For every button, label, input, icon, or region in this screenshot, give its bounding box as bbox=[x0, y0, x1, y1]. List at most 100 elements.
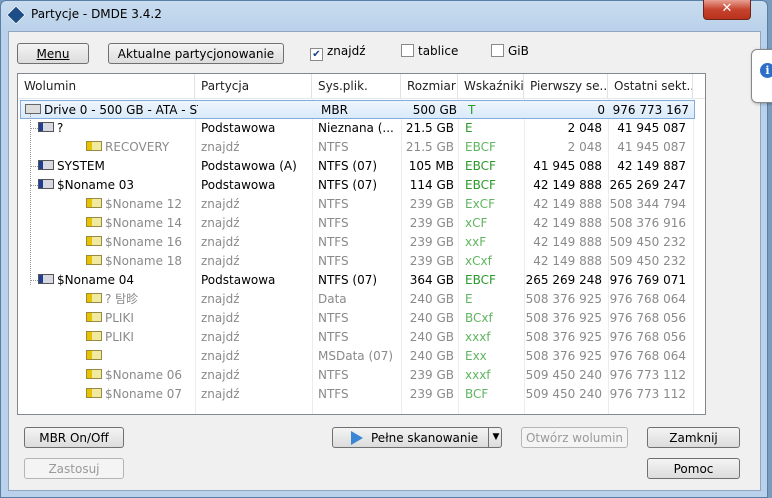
cell-flags: EBCF bbox=[465, 273, 496, 287]
cell-size: 105 MB bbox=[408, 159, 454, 173]
table-row[interactable]: SYSTEM Podstawowa (A) NTFS (07) 105 MB EBCF 4… bbox=[18, 157, 705, 176]
found-checkbox-box[interactable]: ✔ bbox=[310, 48, 323, 61]
column-header-partition[interactable]: Partycja bbox=[195, 74, 312, 98]
tables-checkbox-label: tablice bbox=[418, 44, 459, 58]
gib-checkbox-box[interactable] bbox=[491, 44, 504, 57]
apply-button[interactable]: Zastosuj bbox=[24, 458, 124, 479]
cell-partition: znajdź bbox=[201, 292, 240, 306]
cell-filesystem: NTFS bbox=[318, 235, 349, 249]
cell-flags: xCF bbox=[465, 216, 488, 230]
full-scan-dropdown-arrow[interactable]: ▼ bbox=[488, 427, 503, 448]
cell-partition: znajdź bbox=[201, 387, 240, 401]
tree-line bbox=[30, 128, 38, 129]
volume-name: ? bbox=[57, 121, 64, 135]
cell-volume: $Noname 03 bbox=[38, 176, 195, 195]
table-row[interactable]: $Noname 18 znajdź NTFS 239 GB xCxf 42 149 888… bbox=[18, 252, 705, 271]
cell-filesystem: NTFS (07) bbox=[318, 273, 378, 287]
found-checkbox[interactable]: ✔ znajdź bbox=[310, 44, 366, 61]
cell-size: 240 GB bbox=[409, 349, 454, 363]
column-header-last-sector[interactable]: Ostatni sekt... bbox=[608, 74, 693, 98]
window-title: Partycje - DMDE 3.4.2 bbox=[31, 7, 162, 21]
cell-size: 21.5 GB bbox=[405, 121, 454, 135]
open-volume-button[interactable]: Otwórz wolumin bbox=[521, 427, 628, 448]
partitions-window: Partycje - DMDE 3.4.2 ✕ Menu Aktualne pa… bbox=[0, 0, 772, 498]
cell-first-sector: 2 048 bbox=[567, 140, 602, 154]
tree-line bbox=[30, 280, 38, 281]
cell-last-sector: 976 768 056 bbox=[609, 311, 686, 325]
table-row[interactable]: $Noname 16 znajdź NTFS 239 GB xxF 42 149 888 5… bbox=[18, 233, 705, 252]
help-button[interactable]: Pomoc bbox=[647, 458, 740, 479]
cell-flags: xxF bbox=[465, 235, 487, 249]
cell-flags: E bbox=[465, 121, 473, 135]
cell-volume bbox=[86, 347, 195, 366]
cell-first-sector: 42 149 888 bbox=[533, 254, 602, 268]
cell-partition: znajdź bbox=[201, 368, 240, 382]
cell-size: 364 GB bbox=[409, 273, 454, 287]
cell-flags: E bbox=[465, 292, 473, 306]
cell-volume: $Noname 12 bbox=[86, 195, 195, 214]
cell-volume: SYSTEM bbox=[38, 157, 195, 176]
cell-volume: $Noname 06 bbox=[86, 366, 195, 385]
column-header-size[interactable]: Rozmiar bbox=[401, 74, 458, 98]
current-partitioning-button[interactable]: Aktualne partycjonowanie bbox=[108, 43, 284, 64]
cell-filesystem: Data bbox=[318, 292, 347, 306]
cell-size: 21.5 GB bbox=[405, 140, 454, 154]
column-header-first-sector[interactable]: Pierwszy se... bbox=[524, 74, 608, 98]
volume-name: Drive 0 - 500 GB - ATA - ST... bbox=[44, 103, 198, 117]
cell-partition: znajdź bbox=[201, 197, 240, 211]
table-row[interactable]: $Noname 07 znajdź NTFS 239 GB BCF 509 450 240… bbox=[18, 385, 705, 404]
cell-flags: BCF bbox=[465, 387, 489, 401]
partition-icon bbox=[38, 179, 54, 189]
subvolume-icon bbox=[86, 369, 102, 379]
volume-name: $Noname 14 bbox=[105, 216, 183, 230]
gib-checkbox[interactable]: GiB bbox=[491, 44, 529, 60]
tables-checkbox[interactable]: tablice bbox=[401, 44, 458, 60]
subvolume-icon bbox=[86, 350, 102, 360]
tables-checkbox-box[interactable] bbox=[401, 44, 414, 57]
cell-filesystem: NTFS bbox=[318, 216, 349, 230]
tree-line bbox=[30, 166, 38, 167]
cell-filesystem: NTFS bbox=[318, 311, 349, 325]
mbr-toggle-button[interactable]: MBR On/Off bbox=[24, 427, 124, 448]
cell-partition: Podstawowa (A) bbox=[201, 159, 297, 173]
subvolume-icon bbox=[86, 312, 102, 322]
table-row[interactable]: Drive 0 - 500 GB - ATA - ST... MBR 500 GB T… bbox=[20, 100, 695, 119]
table-row[interactable]: $Noname 14 znajdź NTFS 239 GB xCF 42 149 888 5… bbox=[18, 214, 705, 233]
close-window-button[interactable]: ✕ bbox=[703, 0, 751, 20]
cell-last-sector: 42 149 887 bbox=[617, 159, 686, 173]
table-row[interactable]: ? 탐昣 znajdź Data 240 GB E 508 376 925 976 768 … bbox=[18, 290, 705, 309]
table-row[interactable]: znajdź MSData (07) 240 GB Exx 508 376 925 976… bbox=[18, 347, 705, 366]
table-row[interactable]: ? Podstawowa Nieznana (... 21.5 GB E 2 048 41 … bbox=[18, 119, 705, 138]
volume-name: SYSTEM bbox=[57, 159, 105, 173]
table-row[interactable]: PLIKI znajdź NTFS 240 GB xxxf 508 376 925 976 … bbox=[18, 328, 705, 347]
subvolume-icon bbox=[86, 198, 102, 208]
table-row[interactable]: $Noname 12 znajdź NTFS 239 GB ExCF 42 149 888… bbox=[18, 195, 705, 214]
partition-icon bbox=[38, 160, 54, 170]
cell-volume: PLIKI bbox=[86, 328, 195, 347]
table-row[interactable]: $Noname 04 Podstawowa NTFS (07) 364 GB EBCF 2… bbox=[18, 271, 705, 290]
full-scan-label: Pełne skanowanie bbox=[371, 431, 479, 445]
cell-flags: EBCF bbox=[465, 140, 496, 154]
table-row[interactable]: RECOVERY znajdź NTFS 21.5 GB EBCF 2 048 41 945… bbox=[18, 138, 705, 157]
cell-last-sector: 976 768 056 bbox=[609, 330, 686, 344]
column-header-volume[interactable]: Wolumin bbox=[18, 74, 195, 98]
column-header-flags[interactable]: Wskaźniki bbox=[458, 74, 524, 98]
title-bar[interactable]: Partycje - DMDE 3.4.2 ✕ bbox=[1, 0, 767, 29]
full-scan-button[interactable]: Pełne skanowanie ▼ bbox=[332, 427, 502, 448]
cell-flags: BCxf bbox=[465, 311, 493, 325]
table-row[interactable]: $Noname 06 znajdź NTFS 239 GB xxxf 509 450 24… bbox=[18, 366, 705, 385]
info-tooltip: i bbox=[751, 49, 772, 103]
subvolume-icon bbox=[86, 331, 102, 341]
column-header-filesystem[interactable]: Sys.plik. bbox=[312, 74, 401, 98]
cell-flags: ExCF bbox=[465, 197, 495, 211]
partition-table[interactable]: Wolumin Partycja Sys.plik. Rozmiar Wskaź… bbox=[17, 73, 706, 415]
cell-last-sector: 508 376 916 bbox=[609, 216, 686, 230]
volume-name: PLIKI bbox=[105, 311, 134, 325]
volume-name: $Noname 18 bbox=[105, 254, 183, 268]
cell-partition bbox=[204, 101, 315, 120]
table-row[interactable]: PLIKI znajdź NTFS 240 GB BCxf 508 376 925 976 … bbox=[18, 309, 705, 328]
menu-button[interactable]: Menu bbox=[17, 43, 89, 64]
cell-partition: znajdź bbox=[201, 330, 240, 344]
table-row[interactable]: $Noname 03 Podstawowa NTFS (07) 114 GB EBCF 4… bbox=[18, 176, 705, 195]
close-button[interactable]: Zamknij bbox=[647, 427, 740, 448]
